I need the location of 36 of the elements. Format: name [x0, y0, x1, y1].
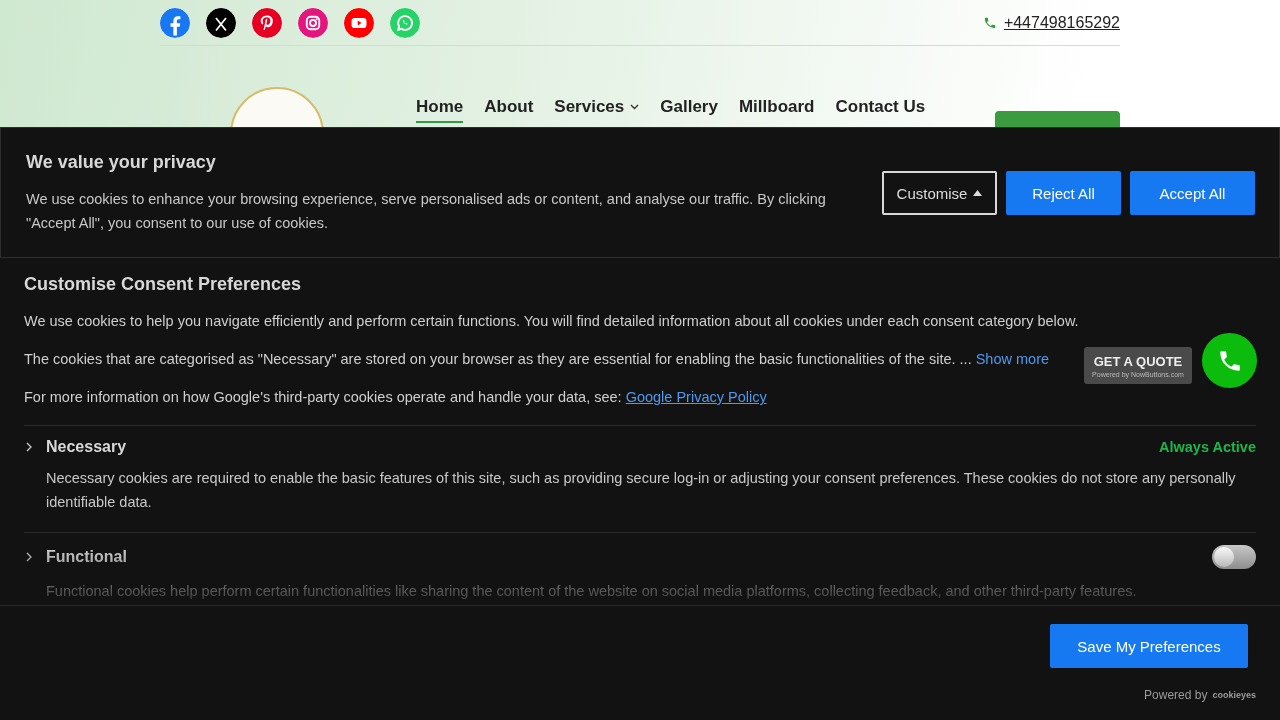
- privacy-policy-link[interactable]: Google Privacy Policy: [625, 389, 767, 405]
- nav-link[interactable]: Services: [554, 97, 640, 123]
- preferences-title: Customise Consent Preferences: [24, 274, 303, 295]
- intro-text: We use cookies to help you navigate efficiently and perform certain functions. You will find detailed information about all cookies under each consent category below.: [24, 312, 1080, 331]
- nav-link[interactable]: About: [484, 97, 534, 123]
- phone-icon: [982, 15, 997, 30]
- pinterest-icon[interactable]: [252, 7, 282, 38]
- brand-logo[interactable]: cookieyes: [1212, 690, 1256, 700]
- google-note: For more information on how Google's third-party cookies operate and handle your data, see: Google Privacy Policy: [24, 388, 768, 407]
- banner-title: We value your privacy: [26, 152, 217, 173]
- x-icon[interactable]: [206, 7, 236, 38]
- show-more-link[interactable]: Show more: [975, 351, 1050, 367]
- save-preferences-button[interactable]: Save My Preferences: [1050, 624, 1248, 668]
- accept-all-button[interactable]: Accept All: [1130, 171, 1255, 215]
- call-button[interactable]: [1202, 333, 1257, 388]
- category-name: Functional: [46, 548, 128, 566]
- instagram-icon[interactable]: [298, 7, 328, 38]
- facebook-icon[interactable]: [160, 7, 190, 38]
- chevron-right-icon[interactable]: [24, 442, 34, 452]
- category-description: Necessary cookies are required to enable the basic features of this site, such as providing secure log-in or adjusting your consent preferences. These cookies do not store any personally identifiable data.: [46, 469, 1237, 512]
- caret-icon: [973, 190, 983, 196]
- reject-all-button[interactable]: Reject All: [1006, 171, 1121, 215]
- nav-link[interactable]: Contact Us: [835, 97, 926, 123]
- category-name: Necessary: [46, 438, 128, 456]
- phone-link[interactable]: +447498165292: [1003, 13, 1120, 32]
- nav-link[interactable]: Home: [416, 97, 464, 123]
- status-label: Always Active: [1159, 439, 1256, 455]
- toggle-switch[interactable]: [1212, 545, 1256, 569]
- powered-by-label: Powered by: [1144, 688, 1208, 702]
- category-description: Functional cookies help perform certain functionalities like sharing the content of the website on social media platforms, collecting feedback, and other third-party features.: [46, 582, 1138, 601]
- banner-text: We use cookies to enhance your browsing experience, serve personalised ads or content, and analyse our traffic. By clicking "Accept All", you consent to our use of cookies.: [26, 190, 827, 233]
- customise-button[interactable]: Customise: [882, 171, 997, 215]
- nav-link[interactable]: Gallery: [660, 97, 718, 123]
- youtube-icon[interactable]: [344, 7, 374, 38]
- nav-link[interactable]: Millboard: [738, 97, 815, 123]
- chevron-right-icon[interactable]: [24, 552, 34, 562]
